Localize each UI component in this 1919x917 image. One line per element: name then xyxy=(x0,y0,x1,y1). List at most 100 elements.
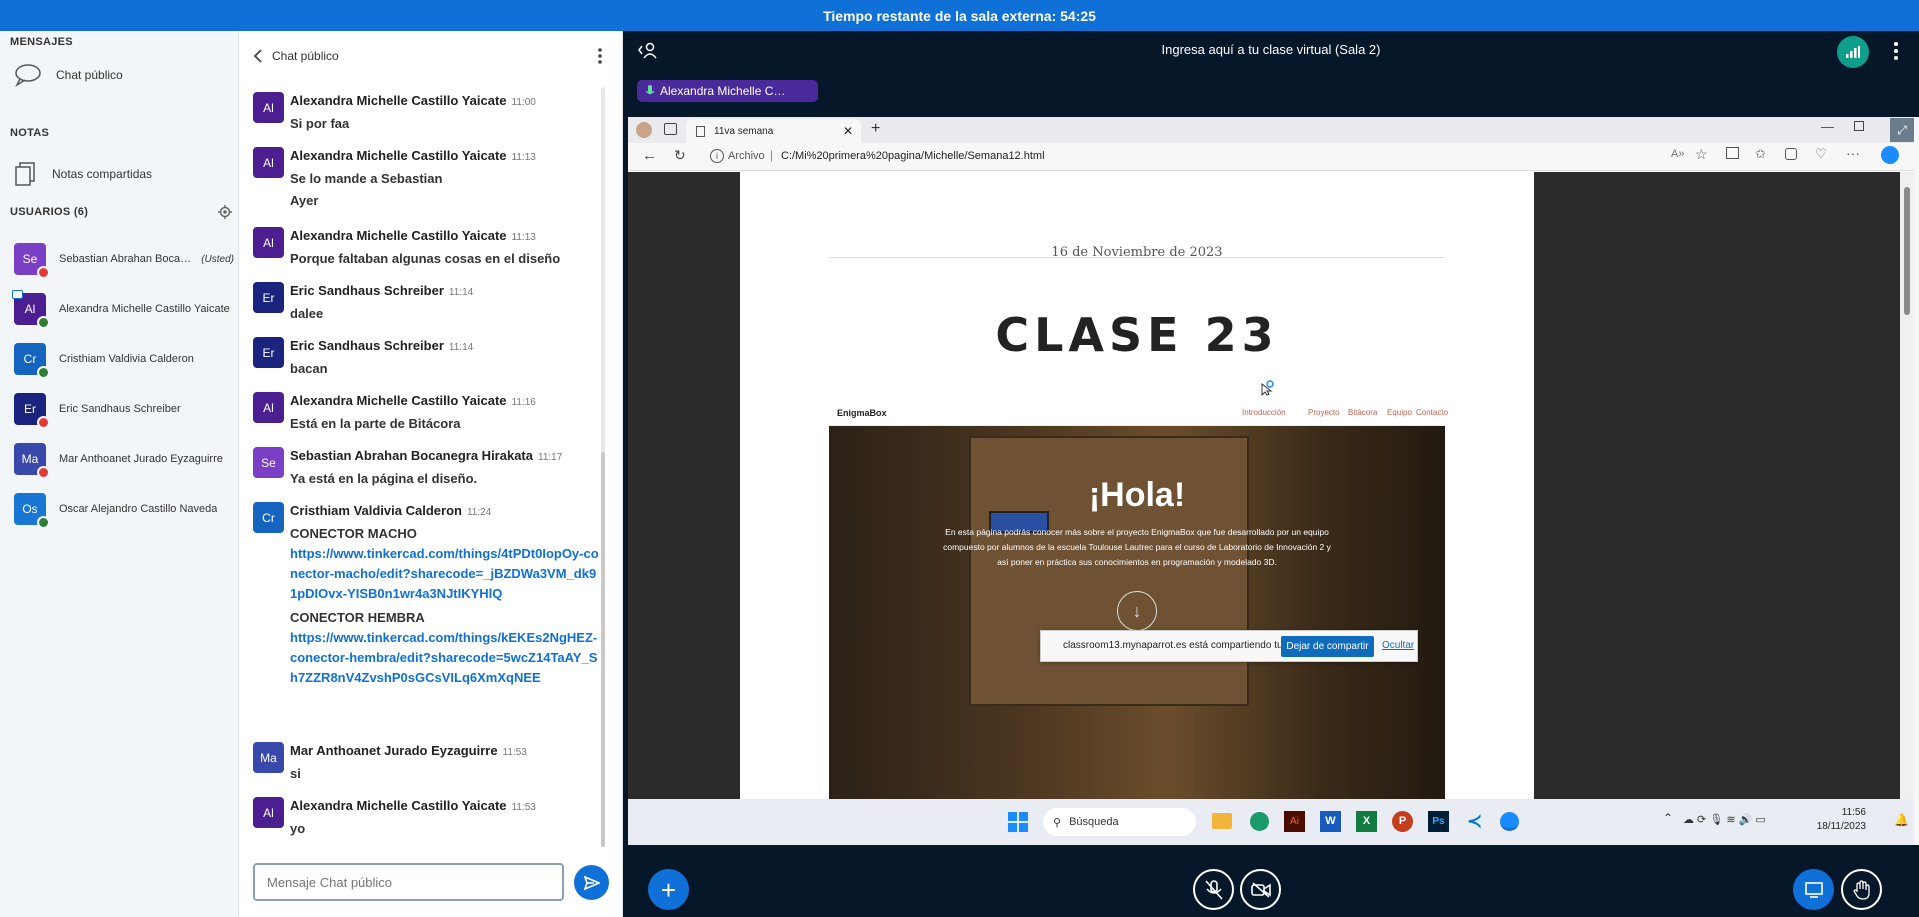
minimize-icon[interactable]: — xyxy=(1821,119,1834,134)
site-nav-link[interactable]: Equipo xyxy=(1387,408,1412,417)
site-nav-link[interactable]: Proyecto xyxy=(1308,408,1340,417)
send-button[interactable] xyxy=(574,865,609,900)
tinkercad-link[interactable]: https://www.tinkercad.com/things/4tPDt0I… xyxy=(290,544,603,604)
fullscreen-icon[interactable]: ⤢ xyxy=(1890,118,1914,142)
message-author: Alexandra Michelle Castillo Yaicate xyxy=(290,798,507,813)
close-icon[interactable]: ✕ xyxy=(843,124,853,138)
scrollbar-thumb[interactable] xyxy=(601,452,605,847)
hide-button[interactable]: Ocultar xyxy=(1382,640,1414,651)
favorites-icon[interactable]: ✩ xyxy=(1755,146,1766,162)
file-explorer-icon[interactable] xyxy=(1212,813,1232,829)
tray-icons[interactable]: ☁ ⟳ 🎙 ≋ 🔊 ▭ xyxy=(1683,813,1766,826)
chat-bubble-icon xyxy=(15,64,41,87)
profile-avatar[interactable] xyxy=(636,122,652,138)
more-options-icon[interactable] xyxy=(1893,42,1899,60)
more-options-icon[interactable] xyxy=(597,48,603,64)
site-nav-link[interactable]: Contacto xyxy=(1416,408,1448,417)
messages-section-title: MENSAJES xyxy=(10,36,73,48)
user-list-item[interactable]: Se Sebastian Abrahan Bocaneg… (Usted) xyxy=(14,241,234,279)
message-text: bacan xyxy=(290,361,328,376)
notification-bell-icon[interactable]: 🔔 xyxy=(1894,813,1909,827)
signal-bars-icon xyxy=(1846,46,1860,58)
avatar: Al xyxy=(253,147,284,178)
message-author: Alexandra Michelle Castillo Yaicate xyxy=(290,148,507,163)
extension-icon[interactable]: ♡ xyxy=(1815,146,1827,162)
message-time: 11:24 xyxy=(466,507,492,518)
share-webcam-button[interactable] xyxy=(1240,869,1281,910)
raise-hand-button[interactable] xyxy=(1841,869,1882,910)
actions-button[interactable]: + xyxy=(648,869,689,910)
site-nav-link[interactable]: Introducción xyxy=(1242,408,1286,417)
message-time: 11:00 xyxy=(511,97,536,108)
chat-message: Al Alexandra Michelle Castillo Yaicate 11… xyxy=(253,147,603,209)
microphone-off-icon xyxy=(1204,879,1223,900)
refresh-icon[interactable]: ↻ xyxy=(674,147,686,164)
controls-bar: + xyxy=(623,862,1919,917)
browser-tab[interactable]: 11va semana ✕ xyxy=(686,119,861,143)
info-icon[interactable]: i xyxy=(710,149,724,163)
windows-start-icon[interactable] xyxy=(1008,812,1028,832)
avatar: Er xyxy=(14,393,50,429)
avatar: Al xyxy=(12,290,50,329)
edge-active-icon[interactable] xyxy=(1500,812,1519,831)
screen-share-button[interactable] xyxy=(1793,869,1834,910)
read-aloud-icon[interactable]: A» xyxy=(1671,148,1684,160)
hero-section: ¡Hola! En esta página podrás conocer más… xyxy=(829,426,1445,799)
message-author: Sebastian Abrahan Bocanegra Hirakata xyxy=(290,448,533,463)
back-arrow-icon[interactable]: ← xyxy=(642,147,657,164)
chevron-up-icon[interactable]: ⌃ xyxy=(1663,811,1673,825)
scroll-down-icon[interactable]: ↓ xyxy=(1117,591,1157,631)
address-scheme-label: Archivo xyxy=(728,150,765,162)
mic-icon xyxy=(37,366,50,379)
presenter-talking-badge: Alexandra Michelle C… xyxy=(637,80,818,102)
star-icon[interactable]: ☆ xyxy=(1695,146,1708,163)
chevron-left-icon[interactable] xyxy=(253,49,263,63)
avatar: Ma xyxy=(253,742,284,773)
stop-sharing-button[interactable]: Dejar de compartir xyxy=(1281,636,1374,657)
collections-icon[interactable] xyxy=(1785,148,1797,160)
chat-message: Se Sebastian Abrahan Bocanegra Hirakata 1… xyxy=(253,447,603,487)
connection-status-button[interactable] xyxy=(1837,36,1869,68)
site-nav-link[interactable]: Bitácora xyxy=(1348,408,1377,417)
page-heading: CLASE 23 xyxy=(995,308,1279,362)
document-icon xyxy=(696,125,705,137)
user-list-item[interactable]: Ma Mar Anthoanet Jurado Eyzaguirre xyxy=(14,441,234,479)
room-timer-banner: Tiempo restante de la sala externa: 54:2… xyxy=(0,0,1919,31)
word-icon[interactable]: W xyxy=(1320,811,1341,832)
chat-scrollbar[interactable] xyxy=(601,87,605,847)
edge-icon[interactable] xyxy=(1250,812,1269,831)
more-options-icon[interactable]: ··· xyxy=(1846,145,1860,161)
page-scrollbar[interactable] xyxy=(1900,172,1914,799)
sidebar-item-public-chat[interactable]: Chat público xyxy=(14,63,123,87)
user-list-item[interactable]: Er Eric Sandhaus Schreiber xyxy=(14,391,234,429)
avatar: Er xyxy=(253,337,284,368)
chat-message-input[interactable] xyxy=(253,863,564,901)
shared-screen: 11va semana ✕ + — ⤢ ← ↻ i Archivo | C:/M… xyxy=(628,117,1914,845)
message-text: Porque faltaban algunas cosas en el dise… xyxy=(290,251,561,266)
restore-icon[interactable] xyxy=(1854,121,1864,131)
powerpoint-icon[interactable]: P xyxy=(1392,811,1413,832)
photoshop-icon[interactable]: Ps xyxy=(1428,811,1449,832)
tab-actions-icon[interactable] xyxy=(664,123,677,135)
sidebar-item-shared-notes[interactable]: Notas compartidas xyxy=(14,161,152,187)
user-list-item[interactable]: Os Oscar Alejandro Castillo Naveda xyxy=(14,491,234,529)
taskbar-search[interactable]: ⚲ Búsqueda xyxy=(1043,808,1196,836)
user-list-item[interactable]: Al Alexandra Michelle Castillo Yaicate xyxy=(12,290,234,329)
excel-icon[interactable]: X xyxy=(1356,811,1377,832)
user-name: Alexandra Michelle Castillo Yaicate xyxy=(59,303,230,315)
split-screen-icon[interactable] xyxy=(1726,147,1739,159)
user-list-item[interactable]: Cr Cristhiam Valdivia Calderon xyxy=(14,341,234,379)
user-name: Sebastian Abrahan Bocaneg… xyxy=(59,253,198,265)
users-section-title: USUARIOS (6) xyxy=(10,206,89,218)
gear-icon[interactable] xyxy=(218,205,232,219)
illustrator-icon[interactable]: Ai xyxy=(1284,811,1305,832)
copilot-icon[interactable] xyxy=(1881,146,1899,164)
scrollbar-thumb[interactable] xyxy=(1904,187,1910,315)
unmute-button[interactable] xyxy=(1193,869,1234,910)
address-url[interactable]: C:/Mi%20primera%20pagina/Michelle/Semana… xyxy=(781,150,1045,162)
tinkercad-link[interactable]: https://www.tinkercad.com/things/kEKEs2N… xyxy=(290,628,603,688)
site-brand: EnigmaBox xyxy=(837,408,887,418)
new-tab-icon[interactable]: + xyxy=(871,120,880,138)
vscode-icon[interactable]: ≺ xyxy=(1464,811,1485,832)
chat-message: Ma Mar Anthoanet Jurado Eyzaguirre 11:53 … xyxy=(253,742,603,782)
